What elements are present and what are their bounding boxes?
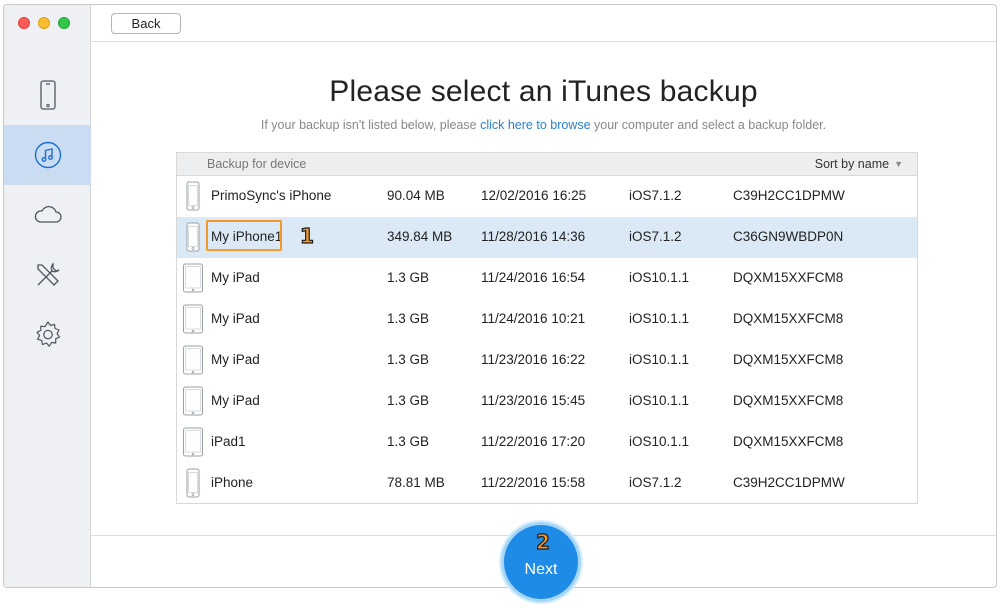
backup-date: 12/02/2016 16:25 xyxy=(481,188,587,203)
backup-size: 90.04 MB xyxy=(387,188,445,203)
sidebar-item-tools[interactable] xyxy=(4,245,91,305)
sidebar-item-icloud[interactable] xyxy=(4,185,91,245)
device-name: My iPad xyxy=(211,311,260,326)
ipad-icon xyxy=(183,263,203,293)
app-window: Back Please select an iTunes backup If y… xyxy=(3,4,997,588)
backup-date: 11/24/2016 10:21 xyxy=(481,311,586,326)
ios-version: iOS10.1.1 xyxy=(629,393,690,408)
backup-size: 1.3 GB xyxy=(387,270,430,285)
table-row[interactable]: My iPad 1.3 GB 11/23/2016 15:45 iOS10.1.1 DQ… xyxy=(177,381,917,422)
serial-number: DQXM15XXFCM8 xyxy=(733,352,844,367)
serial-number: DQXM15XXFCM8 xyxy=(733,311,844,326)
backup-date: 11/22/2016 15:58 xyxy=(481,475,586,490)
table-row[interactable]: My iPad 1.3 GB 11/23/2016 16:22 iOS10.1.1 DQ… xyxy=(177,340,917,381)
device-name: iPad1 xyxy=(211,434,246,449)
serial-number: C36GN9WBDP0N xyxy=(733,229,844,244)
table-header: Backup for device Sort by name ▼ xyxy=(177,153,917,176)
ios-version: iOS10.1.1 xyxy=(629,270,690,285)
backup-date: 11/23/2016 16:22 xyxy=(481,352,586,367)
column-header-device: Backup for device xyxy=(207,157,307,171)
highlight-box xyxy=(206,220,282,251)
sidebar-item-settings[interactable] xyxy=(4,305,91,365)
browse-link[interactable]: click here to browse xyxy=(480,118,590,132)
backup-size: 1.3 GB xyxy=(387,352,430,367)
ios-version: iOS7.1.2 xyxy=(629,188,682,203)
close-window-button[interactable] xyxy=(18,17,30,29)
table-row[interactable]: My iPad 1.3 GB 11/24/2016 10:21 iOS10.1.1 DQ… xyxy=(177,299,917,340)
serial-number: C39H2CC1DPMW xyxy=(733,475,845,490)
sort-label: Sort by name xyxy=(814,157,890,171)
sidebar-item-itunes[interactable] xyxy=(4,125,91,185)
ios-version: iOS10.1.1 xyxy=(629,434,690,449)
backup-size: 1.3 GB xyxy=(387,311,430,326)
maximize-window-button[interactable] xyxy=(58,17,70,29)
iphone-icon xyxy=(39,80,56,110)
step-2-marker: 2 xyxy=(535,529,550,554)
backup-size: 1.3 GB xyxy=(387,434,430,449)
ios-version: iOS10.1.1 xyxy=(629,311,690,326)
serial-number: DQXM15XXFCM8 xyxy=(733,393,844,408)
minimize-window-button[interactable] xyxy=(38,17,50,29)
settings-gear-icon xyxy=(35,321,60,347)
ios-version: iOS7.1.2 xyxy=(629,475,682,490)
iphone-icon xyxy=(186,181,200,211)
page-subtitle: If your backup isn't listed below, pleas… xyxy=(91,118,996,132)
subtitle-text-after: your computer and select a backup folder… xyxy=(590,118,827,132)
next-button-label: Next xyxy=(524,561,558,578)
page-title: Please select an iTunes backup xyxy=(329,75,758,108)
tools-icon xyxy=(36,262,59,286)
device-name: PrimoSync's iPhone xyxy=(211,188,332,203)
ipad-icon xyxy=(183,345,203,375)
window-controls xyxy=(18,17,70,29)
table-row[interactable]: My iPhone1 349.84 MB 11/28/2016 14:36 iOS7.… xyxy=(177,217,917,258)
iphone-icon xyxy=(186,222,200,252)
serial-number: DQXM15XXFCM8 xyxy=(733,270,844,285)
ipad-icon xyxy=(183,304,203,334)
toolbar: Back xyxy=(91,5,996,42)
itunes-music-icon xyxy=(34,141,61,169)
serial-number: DQXM15XXFCM8 xyxy=(733,434,844,449)
table-row[interactable]: PrimoSync's iPhone 90.04 MB 12/02/2016 16:… xyxy=(177,176,917,217)
step-1-marker: 1 xyxy=(299,223,314,248)
backup-table: Backup for device Sort by name ▼ PrimoSyn… xyxy=(176,152,918,504)
sidebar-item-device[interactable] xyxy=(4,65,91,125)
device-name: My iPad xyxy=(211,393,260,408)
table-row[interactable]: iPhone 78.81 MB 11/22/2016 15:58 iOS7.1.2 C3… xyxy=(177,463,917,504)
sidebar xyxy=(4,5,91,587)
serial-number: C39H2CC1DPMW xyxy=(733,188,845,203)
backup-date: 11/28/2016 14:36 xyxy=(481,229,586,244)
ipad-icon xyxy=(183,427,203,457)
ipad-icon xyxy=(183,386,203,416)
backup-size: 349.84 MB xyxy=(387,229,453,244)
backup-date: 11/22/2016 17:20 xyxy=(481,434,586,449)
backup-size: 78.81 MB xyxy=(387,475,445,490)
back-button[interactable]: Back xyxy=(111,13,181,34)
icloud-icon xyxy=(34,206,62,223)
sort-dropdown[interactable]: Sort by name ▼ xyxy=(815,157,903,171)
backup-date: 11/23/2016 15:45 xyxy=(481,393,586,408)
backup-date: 11/24/2016 16:54 xyxy=(481,270,586,285)
chevron-down-icon: ▼ xyxy=(894,159,903,169)
iphone-icon xyxy=(186,468,200,498)
table-row[interactable]: My iPad 1.3 GB 11/24/2016 16:54 iOS10.1.1 DQ… xyxy=(177,258,917,299)
subtitle-text-before: If your backup isn't listed below, pleas… xyxy=(260,118,481,132)
device-name: My iPad xyxy=(211,270,260,285)
ios-version: iOS7.1.2 xyxy=(629,229,682,244)
table-row[interactable]: iPad1 1.3 GB 11/22/2016 17:20 iOS10.1.1 DQXM… xyxy=(177,422,917,463)
ios-version: iOS10.1.1 xyxy=(629,352,690,367)
backup-size: 1.3 GB xyxy=(387,393,430,408)
device-name: iPhone xyxy=(211,475,254,490)
device-name: My iPad xyxy=(211,352,260,367)
